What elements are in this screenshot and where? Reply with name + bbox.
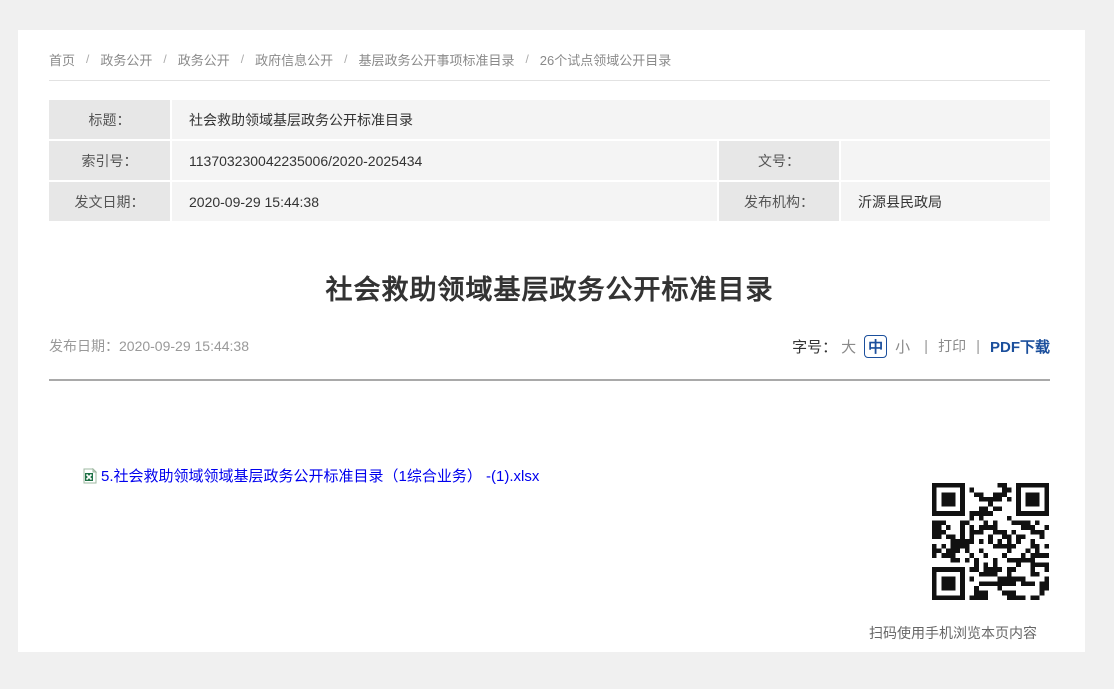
fontsize-medium-button[interactable]: 中 — [864, 335, 887, 358]
content-card: 首页 / 政务公开 / 政务公开 / 政府信息公开 / 基层政务公开事项标准目录… — [18, 30, 1085, 652]
breadcrumb-item-gov-info[interactable]: 政府信息公开 — [255, 50, 333, 69]
qr-caption: 扫码使用手机浏览本页内容 — [857, 623, 1049, 643]
meta-docnum-label: 文号： — [719, 141, 839, 180]
tool-separator: | — [976, 338, 980, 355]
breadcrumb-divider — [49, 80, 1050, 81]
publish-date: 发布日期：2020-09-29 15:44:38 — [49, 336, 249, 356]
breadcrumb-item-pilot-catalog[interactable]: 26个试点领域公开目录 — [540, 50, 671, 69]
meta-agency-value: 沂源县民政局 — [841, 182, 1050, 221]
meta-title-value: 社会救助领域基层政务公开标准目录 — [172, 100, 1050, 139]
breadcrumb-item-zwgk-1[interactable]: 政务公开 — [100, 50, 152, 69]
page-title: 社会救助领域基层政务公开标准目录 — [49, 268, 1050, 307]
qr-block: 扫码使用手机浏览本页内容 — [857, 483, 1049, 643]
breadcrumb-separator: / — [344, 52, 347, 66]
article-meta-bar: 发布日期：2020-09-29 15:44:38 字号： 大 中 小 | 打印 … — [49, 334, 1050, 358]
print-button[interactable]: 打印 — [938, 336, 966, 356]
attachment-row: 5.社会救助领域领域基层政务公开标准目录（1综合业务） -(1).xlsx — [82, 465, 539, 486]
meta-agency-label: 发布机构： — [719, 182, 839, 221]
meta-issuedate-label: 发文日期： — [49, 182, 170, 221]
breadcrumb-separator: / — [163, 52, 166, 66]
publish-date-value: 2020-09-29 15:44:38 — [119, 338, 249, 354]
meta-index-label: 索引号： — [49, 141, 170, 180]
breadcrumb: 首页 / 政务公开 / 政务公开 / 政府信息公开 / 基层政务公开事项标准目录… — [49, 50, 1050, 68]
article-tools: 字号： 大 中 小 | 打印 | PDF下载 — [792, 335, 1050, 358]
tool-separator: | — [924, 338, 928, 355]
breadcrumb-separator: / — [525, 52, 528, 66]
fontsize-small-button[interactable]: 小 — [895, 336, 910, 357]
breadcrumb-separator: / — [241, 52, 244, 66]
publish-date-label: 发布日期： — [49, 338, 119, 354]
breadcrumb-item-zwgk-2[interactable]: 政务公开 — [178, 50, 230, 69]
meta-title-label: 标题： — [49, 100, 170, 139]
pdf-download-button[interactable]: PDF下载 — [990, 336, 1050, 357]
fontsize-label: 字号： — [792, 336, 837, 357]
article-body: 5.社会救助领域领域基层政务公开标准目录（1综合业务） -(1).xlsx 扫码… — [49, 381, 1050, 641]
meta-issuedate-value: 2020-09-29 15:44:38 — [172, 182, 717, 221]
attachment-link[interactable]: 5.社会救助领域领域基层政务公开标准目录（1综合业务） -(1).xlsx — [101, 465, 539, 486]
document-meta-table: 标题： 社会救助领域基层政务公开标准目录 索引号： 11370323004223… — [49, 100, 1050, 221]
excel-file-icon — [82, 468, 98, 484]
breadcrumb-item-standard-catalog[interactable]: 基层政务公开事项标准目录 — [358, 50, 514, 69]
fontsize-large-button[interactable]: 大 — [841, 336, 856, 357]
meta-index-value: 113703230042235006/2020-2025434 — [172, 141, 717, 180]
qr-code — [932, 483, 1049, 600]
meta-docnum-value — [841, 141, 1050, 180]
breadcrumb-item-home[interactable]: 首页 — [49, 50, 75, 69]
breadcrumb-separator: / — [86, 52, 89, 66]
